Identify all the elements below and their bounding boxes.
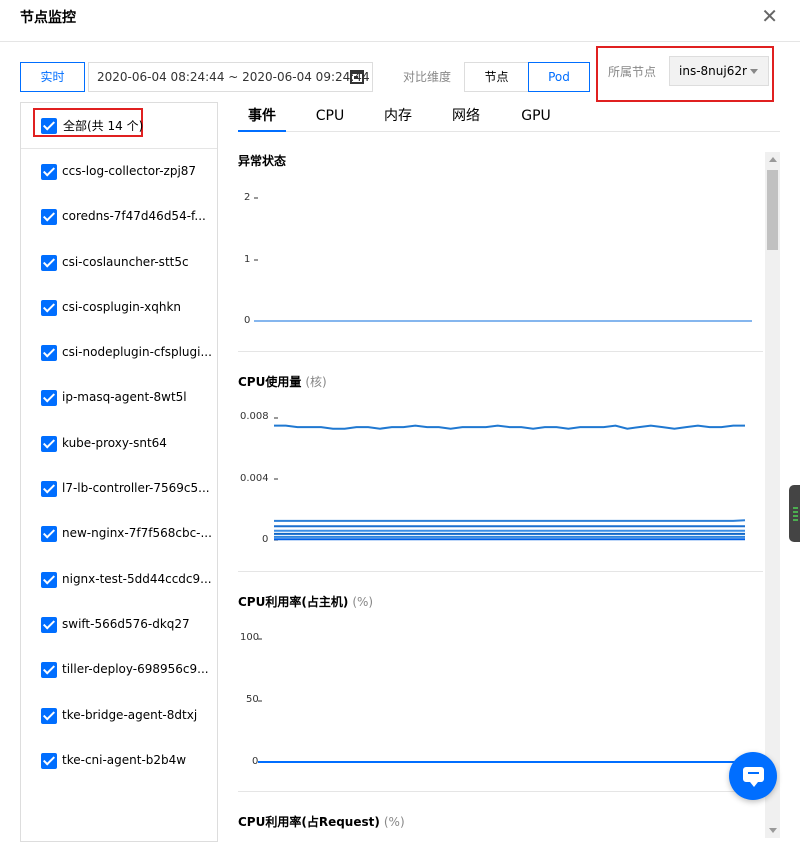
tab-3[interactable]: 网络	[451, 106, 481, 132]
pod-checkbox[interactable]	[41, 707, 57, 724]
select-all-row[interactable]: 全部(共 14 个)	[21, 103, 217, 149]
pod-list-item[interactable]: swift-566d576-dkq27	[21, 602, 217, 647]
pod-label: nignx-test-5dd44ccdc9...	[62, 571, 212, 586]
pod-label: csi-cosplugin-xqhkn	[62, 299, 182, 314]
pod-label: csi-nodeplugin-cfsplugi...	[62, 345, 212, 360]
pod-list-item[interactable]: csi-nodeplugin-cfsplugi...	[21, 330, 217, 375]
side-panel-handle[interactable]	[789, 485, 800, 542]
pod-checkbox[interactable]	[41, 752, 57, 769]
node-label: 所属节点	[608, 65, 657, 79]
pod-list-item[interactable]: l7-lb-controller-7569c5...	[21, 466, 217, 511]
node-select-value: ins-8nuj62r	[679, 64, 747, 78]
pod-label: ccs-log-collector-zpj87	[62, 164, 197, 178]
select-all-checkbox[interactable]	[41, 118, 57, 134]
pod-list-item[interactable]: coredns-7f47d46d54-f...	[21, 194, 217, 239]
chart-title: CPU利用率(占Request) (%)	[238, 813, 405, 830]
chart-abnormal-status: 异常状态 2 1 0	[238, 152, 763, 352]
tab-2[interactable]: 内存	[384, 106, 412, 132]
divider	[238, 791, 763, 792]
pod-checkbox[interactable]	[41, 481, 57, 498]
scroll-up-icon[interactable]	[769, 157, 777, 162]
pod-label: csi-coslauncher-stt5c	[62, 254, 189, 269]
pod-checkbox[interactable]	[41, 390, 57, 407]
calendar-icon[interactable]	[350, 70, 364, 84]
date-range-picker[interactable]: 2020-06-04 08:24:44 ~ 2020-06-04 09:24:4…	[88, 62, 373, 92]
dialog-title: 节点监控	[20, 10, 76, 26]
chart-svg-cpu-host	[258, 638, 745, 763]
pod-checkbox[interactable]	[41, 254, 57, 271]
tab-0[interactable]: 事件	[238, 106, 286, 132]
pod-list-item[interactable]: tke-bridge-agent-8dtxj	[21, 693, 217, 738]
pod-list-item[interactable]: tiller-deploy-698956c9...	[21, 647, 217, 692]
metric-tabs: 事件 CPU 内存 网络 GPU	[238, 106, 780, 132]
pod-checkbox[interactable]	[41, 209, 57, 226]
date-range-text: 2020-06-04 08:24:44 ~ 2020-06-04 09:24:4…	[97, 70, 370, 84]
pod-list-item[interactable]: tke-cni-agent-b2b4w	[21, 738, 217, 783]
divider	[238, 571, 763, 572]
caret-down-icon	[750, 69, 758, 74]
node-selector-highlight: 所属节点 ins-8nuj62r	[596, 46, 774, 102]
series-line-1	[274, 519, 746, 522]
pod-checkbox[interactable]	[41, 571, 57, 588]
pod-label: tke-bridge-agent-8dtxj	[62, 707, 198, 722]
chart-svg-abnormal	[254, 197, 752, 322]
pod-label: coredns-7f47d46d54-f...	[62, 209, 206, 224]
chart-cpu-host-util: CPU利用率(占主机) (%) 100 50 0	[238, 593, 763, 793]
chat-bubble-icon	[743, 767, 764, 787]
dialog-header: 节点监控 ✕	[0, 0, 800, 42]
dim-option-pod[interactable]: Pod	[528, 62, 590, 92]
chart-svg-cpu-usage	[274, 417, 746, 541]
pod-checkbox[interactable]	[41, 345, 57, 362]
pod-label: ip-masq-agent-8wt5l	[62, 390, 187, 405]
chart-title-text: CPU利用率(占Request)	[238, 815, 380, 829]
tab-1[interactable]: CPU	[315, 106, 345, 132]
dimension-segmented-control: 节点 Pod	[464, 62, 590, 92]
pod-label: tiller-deploy-698956c9...	[62, 662, 209, 677]
pod-checkbox[interactable]	[41, 616, 57, 633]
pod-list-item[interactable]: kube-proxy-snt64	[21, 421, 217, 466]
pod-list: ccs-log-collector-zpj87 coredns-7f47d46d5…	[21, 149, 217, 783]
pod-checkbox[interactable]	[41, 299, 57, 316]
pod-list-panel: 全部(共 14 个) ccs-log-collector-zpj87 coredn…	[20, 102, 218, 842]
dim-option-node[interactable]: 节点	[464, 62, 529, 92]
select-all-label: 全部(共 14 个)	[63, 119, 144, 133]
charts-area: 异常状态 2 1 0 CPU使用量 (核) 0.008 0.004 0 CPU利用…	[238, 152, 763, 842]
pod-label: new-nginx-7f7f568cbc-...	[62, 526, 212, 541]
pod-label: tke-cni-agent-b2b4w	[62, 752, 187, 767]
compare-dimension-label: 对比维度	[403, 70, 452, 84]
scrollbar-thumb[interactable]	[767, 170, 778, 250]
scroll-down-icon[interactable]	[769, 828, 777, 833]
pod-list-item[interactable]: csi-cosplugin-xqhkn	[21, 285, 217, 330]
pod-list-item[interactable]: nignx-test-5dd44ccdc9...	[21, 557, 217, 602]
charts-scrollbar[interactable]	[765, 152, 780, 838]
pod-checkbox[interactable]	[41, 435, 57, 452]
pod-checkbox[interactable]	[41, 164, 57, 180]
pod-checkbox[interactable]	[41, 526, 57, 543]
chat-support-button[interactable]	[729, 752, 777, 800]
chart-unit: (%)	[383, 815, 405, 829]
tab-4[interactable]: GPU	[520, 106, 552, 132]
node-select[interactable]: ins-8nuj62r	[669, 56, 769, 86]
close-icon[interactable]: ✕	[761, 6, 778, 26]
divider	[238, 351, 763, 352]
node-monitor-dialog: 节点监控 ✕ 实时 2020-06-04 08:24:44 ~ 2020-06-…	[0, 0, 800, 858]
pod-list-item[interactable]: csi-coslauncher-stt5c	[21, 240, 217, 285]
realtime-button[interactable]: 实时	[20, 62, 85, 92]
chart-cpu-request-util: CPU利用率(占Request) (%)	[238, 813, 763, 842]
pod-list-item[interactable]: ccs-log-collector-zpj87	[21, 149, 217, 194]
chart-cpu-usage: CPU使用量 (核) 0.008 0.004 0	[238, 373, 763, 573]
pod-label: l7-lb-controller-7569c5...	[62, 481, 210, 496]
pod-list-item[interactable]: new-nginx-7f7f568cbc-...	[21, 511, 217, 556]
pod-label: kube-proxy-snt64	[62, 435, 167, 450]
pod-checkbox[interactable]	[41, 662, 57, 679]
pod-list-item[interactable]: ip-masq-agent-8wt5l	[21, 375, 217, 420]
series-line-0	[274, 424, 745, 430]
toolbar: 实时 2020-06-04 08:24:44 ~ 2020-06-04 09:2…	[20, 46, 780, 102]
pod-label: swift-566d576-dkq27	[62, 616, 190, 631]
